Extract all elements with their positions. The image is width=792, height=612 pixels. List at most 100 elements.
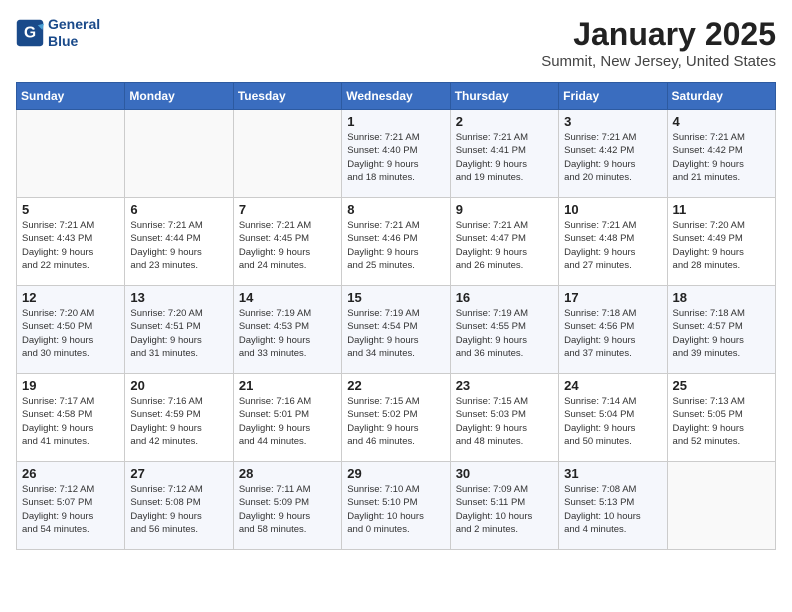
logo-icon: G bbox=[16, 19, 44, 47]
calendar-cell bbox=[17, 110, 125, 198]
day-number: 4 bbox=[673, 114, 770, 129]
day-number: 30 bbox=[456, 466, 553, 481]
day-number: 29 bbox=[347, 466, 444, 481]
calendar-cell: 18 Sunrise: 7:18 AM Sunset: 4:57 PM Dayli… bbox=[667, 286, 775, 374]
day-info: Sunrise: 7:20 AM Sunset: 4:51 PM Dayligh… bbox=[130, 307, 227, 360]
calendar-body: 1Sunrise: 7:21 AM Sunset: 4:40 PM Daylig… bbox=[17, 110, 776, 550]
day-number: 11 bbox=[673, 202, 770, 217]
day-info: Sunrise: 7:21 AM Sunset: 4:44 PM Dayligh… bbox=[130, 219, 227, 272]
calendar-cell: 28 Sunrise: 7:11 AM Sunset: 5:09 PM Dayli… bbox=[233, 462, 341, 550]
calendar-cell: 1Sunrise: 7:21 AM Sunset: 4:40 PM Daylig… bbox=[342, 110, 450, 198]
calendar-cell: 19 Sunrise: 7:17 AM Sunset: 4:58 PM Dayli… bbox=[17, 374, 125, 462]
day-info: Sunrise: 7:19 AM Sunset: 4:53 PM Dayligh… bbox=[239, 307, 336, 360]
calendar-cell: 9 Sunrise: 7:21 AM Sunset: 4:47 PM Daylig… bbox=[450, 198, 558, 286]
weekday-header: Saturday bbox=[667, 83, 775, 110]
day-info: Sunrise: 7:09 AM Sunset: 5:11 PM Dayligh… bbox=[456, 483, 553, 536]
day-number: 12 bbox=[22, 290, 119, 305]
calendar-cell bbox=[667, 462, 775, 550]
calendar-cell: 25 Sunrise: 7:13 AM Sunset: 5:05 PM Dayli… bbox=[667, 374, 775, 462]
day-info: Sunrise: 7:21 AM Sunset: 4:42 PM Dayligh… bbox=[673, 131, 770, 184]
calendar-cell: 27 Sunrise: 7:12 AM Sunset: 5:08 PM Dayli… bbox=[125, 462, 233, 550]
day-number: 27 bbox=[130, 466, 227, 481]
day-info: Sunrise: 7:15 AM Sunset: 5:03 PM Dayligh… bbox=[456, 395, 553, 448]
day-number: 23 bbox=[456, 378, 553, 393]
day-number: 24 bbox=[564, 378, 661, 393]
day-number: 2 bbox=[456, 114, 553, 129]
month-title: January 2025 bbox=[541, 16, 776, 53]
calendar-cell: 10 Sunrise: 7:21 AM Sunset: 4:48 PM Dayli… bbox=[559, 198, 667, 286]
day-number: 18 bbox=[673, 290, 770, 305]
day-number: 17 bbox=[564, 290, 661, 305]
day-info: Sunrise: 7:11 AM Sunset: 5:09 PM Dayligh… bbox=[239, 483, 336, 536]
svg-text:G: G bbox=[24, 24, 36, 41]
day-number: 7 bbox=[239, 202, 336, 217]
day-number: 28 bbox=[239, 466, 336, 481]
day-number: 31 bbox=[564, 466, 661, 481]
day-number: 10 bbox=[564, 202, 661, 217]
calendar-cell: 17 Sunrise: 7:18 AM Sunset: 4:56 PM Dayli… bbox=[559, 286, 667, 374]
page-header: G General Blue January 2025 Summit, New … bbox=[16, 16, 776, 70]
day-info: Sunrise: 7:10 AM Sunset: 5:10 PM Dayligh… bbox=[347, 483, 444, 536]
calendar-cell: 14Sunrise: 7:19 AM Sunset: 4:53 PM Dayli… bbox=[233, 286, 341, 374]
logo-line1: General bbox=[48, 16, 100, 33]
calendar-cell bbox=[233, 110, 341, 198]
weekday-header: Monday bbox=[125, 83, 233, 110]
day-number: 3 bbox=[564, 114, 661, 129]
day-number: 9 bbox=[456, 202, 553, 217]
day-number: 15 bbox=[347, 290, 444, 305]
day-info: Sunrise: 7:21 AM Sunset: 4:41 PM Dayligh… bbox=[456, 131, 553, 184]
day-info: Sunrise: 7:21 AM Sunset: 4:48 PM Dayligh… bbox=[564, 219, 661, 272]
day-number: 20 bbox=[130, 378, 227, 393]
calendar-week-row: 12 Sunrise: 7:20 AM Sunset: 4:50 PM Dayli… bbox=[17, 286, 776, 374]
weekday-header: Thursday bbox=[450, 83, 558, 110]
calendar-week-row: 26Sunrise: 7:12 AM Sunset: 5:07 PM Dayli… bbox=[17, 462, 776, 550]
logo-line2: Blue bbox=[48, 33, 100, 50]
calendar-cell: 30 Sunrise: 7:09 AM Sunset: 5:11 PM Dayli… bbox=[450, 462, 558, 550]
day-info: Sunrise: 7:14 AM Sunset: 5:04 PM Dayligh… bbox=[564, 395, 661, 448]
calendar-cell: 26Sunrise: 7:12 AM Sunset: 5:07 PM Dayli… bbox=[17, 462, 125, 550]
calendar-cell: 3 Sunrise: 7:21 AM Sunset: 4:42 PM Daylig… bbox=[559, 110, 667, 198]
day-info: Sunrise: 7:13 AM Sunset: 5:05 PM Dayligh… bbox=[673, 395, 770, 448]
calendar-cell bbox=[125, 110, 233, 198]
day-info: Sunrise: 7:15 AM Sunset: 5:02 PM Dayligh… bbox=[347, 395, 444, 448]
calendar-cell: 2 Sunrise: 7:21 AM Sunset: 4:41 PM Daylig… bbox=[450, 110, 558, 198]
calendar-cell: 21 Sunrise: 7:16 AM Sunset: 5:01 PM Dayli… bbox=[233, 374, 341, 462]
calendar-cell: 6Sunrise: 7:21 AM Sunset: 4:44 PM Daylig… bbox=[125, 198, 233, 286]
calendar-cell: 8 Sunrise: 7:21 AM Sunset: 4:46 PM Daylig… bbox=[342, 198, 450, 286]
calendar-cell: 29 Sunrise: 7:10 AM Sunset: 5:10 PM Dayli… bbox=[342, 462, 450, 550]
day-info: Sunrise: 7:20 AM Sunset: 4:50 PM Dayligh… bbox=[22, 307, 119, 360]
calendar-cell: 31 Sunrise: 7:08 AM Sunset: 5:13 PM Dayli… bbox=[559, 462, 667, 550]
day-info: Sunrise: 7:17 AM Sunset: 4:58 PM Dayligh… bbox=[22, 395, 119, 448]
calendar-cell: 23 Sunrise: 7:15 AM Sunset: 5:03 PM Dayli… bbox=[450, 374, 558, 462]
day-number: 5 bbox=[22, 202, 119, 217]
calendar-header: SundayMondayTuesdayWednesdayThursdayFrid… bbox=[17, 83, 776, 110]
day-info: Sunrise: 7:21 AM Sunset: 4:43 PM Dayligh… bbox=[22, 219, 119, 272]
day-info: Sunrise: 7:19 AM Sunset: 4:55 PM Dayligh… bbox=[456, 307, 553, 360]
day-info: Sunrise: 7:18 AM Sunset: 4:57 PM Dayligh… bbox=[673, 307, 770, 360]
day-info: Sunrise: 7:08 AM Sunset: 5:13 PM Dayligh… bbox=[564, 483, 661, 536]
calendar-cell: 12 Sunrise: 7:20 AM Sunset: 4:50 PM Dayli… bbox=[17, 286, 125, 374]
day-info: Sunrise: 7:21 AM Sunset: 4:47 PM Dayligh… bbox=[456, 219, 553, 272]
weekday-header: Tuesday bbox=[233, 83, 341, 110]
day-info: Sunrise: 7:16 AM Sunset: 5:01 PM Dayligh… bbox=[239, 395, 336, 448]
weekday-header: Wednesday bbox=[342, 83, 450, 110]
day-info: Sunrise: 7:20 AM Sunset: 4:49 PM Dayligh… bbox=[673, 219, 770, 272]
day-number: 8 bbox=[347, 202, 444, 217]
location: Summit, New Jersey, United States bbox=[541, 53, 776, 70]
day-number: 1 bbox=[347, 114, 444, 129]
calendar-week-row: 1Sunrise: 7:21 AM Sunset: 4:40 PM Daylig… bbox=[17, 110, 776, 198]
weekday-header: Sunday bbox=[17, 83, 125, 110]
day-info: Sunrise: 7:18 AM Sunset: 4:56 PM Dayligh… bbox=[564, 307, 661, 360]
day-number: 21 bbox=[239, 378, 336, 393]
day-info: Sunrise: 7:16 AM Sunset: 4:59 PM Dayligh… bbox=[130, 395, 227, 448]
calendar-cell: 11 Sunrise: 7:20 AM Sunset: 4:49 PM Dayli… bbox=[667, 198, 775, 286]
day-number: 26 bbox=[22, 466, 119, 481]
day-number: 25 bbox=[673, 378, 770, 393]
day-info: Sunrise: 7:21 AM Sunset: 4:46 PM Dayligh… bbox=[347, 219, 444, 272]
calendar-week-row: 19 Sunrise: 7:17 AM Sunset: 4:58 PM Dayli… bbox=[17, 374, 776, 462]
day-info: Sunrise: 7:21 AM Sunset: 4:42 PM Dayligh… bbox=[564, 131, 661, 184]
day-number: 19 bbox=[22, 378, 119, 393]
logo: G General Blue bbox=[16, 16, 100, 50]
day-info: Sunrise: 7:12 AM Sunset: 5:08 PM Dayligh… bbox=[130, 483, 227, 536]
calendar-week-row: 5 Sunrise: 7:21 AM Sunset: 4:43 PM Daylig… bbox=[17, 198, 776, 286]
